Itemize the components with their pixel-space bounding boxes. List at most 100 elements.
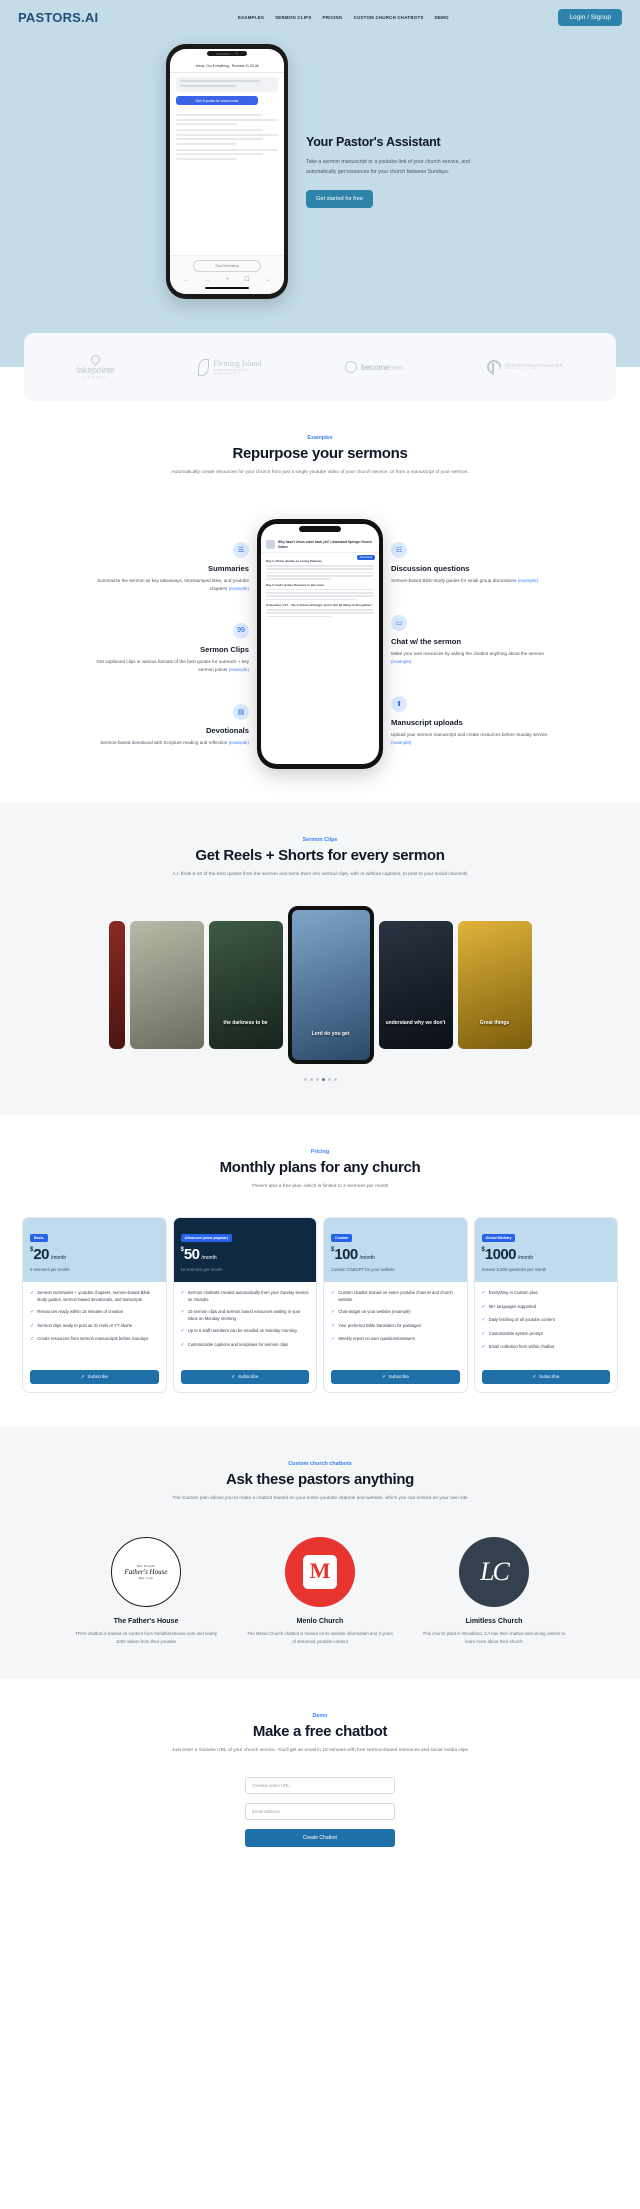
tabs-icon[interactable]: ☐: [244, 277, 249, 283]
get-started-button[interactable]: Get started for free: [306, 189, 373, 208]
plan-basic-subscribe-button[interactable]: ➚ Subscribe: [30, 1369, 159, 1384]
pricing-title: Monthly plans for any church: [219, 1158, 421, 1176]
carousel-dot[interactable]: [309, 1077, 313, 1081]
examples-title: Repurpose your sermons: [232, 445, 408, 462]
hero-section: PASTORS.AI EXAMPLES SERMON CLIPS PRICING…: [0, 0, 640, 333]
pricing-subtitle: There's also a free plan, which is limit…: [251, 1183, 389, 1189]
feature-summaries-example-link[interactable]: (example): [229, 586, 249, 591]
feature-discussion-questions-example-link[interactable]: (example): [518, 578, 538, 583]
plan-basic: Basic $20/month 5 sermons per month ✓ Ser…: [22, 1217, 167, 1393]
feature-devotionals-example-link[interactable]: (example): [229, 740, 249, 745]
feature-sermon-clips-title: Sermon Clips: [200, 644, 249, 654]
feature-manuscript-uploads-example-link[interactable]: (example): [391, 740, 411, 745]
nav-link-examples[interactable]: EXAMPLES: [238, 15, 264, 20]
logo-main-text: Father's House: [124, 1568, 168, 1577]
plan-global-ministry-subscribe-button[interactable]: ➚ Subscribe: [481, 1369, 610, 1384]
price-amount: 1000: [484, 1246, 517, 1264]
carousel-dot[interactable]: [315, 1077, 319, 1081]
phone-suggested-action[interactable]: Give 5 quotes for social media: [176, 96, 258, 106]
phone-notch: [207, 51, 247, 56]
logo-becomenew-light: new: [389, 362, 404, 372]
sermon-clips-section: Sermon Clips Get Reels + Shorts for ever…: [0, 803, 640, 1115]
carousel-dot[interactable]: [333, 1077, 337, 1081]
carousel-dot-active[interactable]: [321, 1077, 325, 1081]
carousel-dot[interactable]: [303, 1077, 307, 1081]
fathers-house-logo: Our People Father's House Our City: [111, 1537, 181, 1608]
feature-chat-with-sermon-example-link[interactable]: (example): [391, 659, 411, 664]
reel-item[interactable]: Great things: [457, 920, 532, 1049]
cart-icon: ➚: [80, 1373, 85, 1379]
phone2-screen: Why hasn't Jesus come back yet? | Abunda…: [261, 524, 379, 765]
feature-devotionals-title: Devotionals: [205, 725, 249, 735]
list-icon: ☷: [391, 542, 407, 559]
phone2-body: Day 1: Divine Justice as Loving Patience…: [261, 553, 379, 622]
plan-global-ministry-features: ✓ Everything in Custom plus: ✓ 95+ languag…: [475, 1282, 618, 1364]
nav-link-pricing[interactable]: PRICING: [323, 15, 343, 20]
hero-phone-mockup: Jesus. Our Everything - Romans 11:33-36 …: [166, 44, 288, 299]
plan-custom-subscribe-button[interactable]: ➚ Subscribe: [331, 1369, 460, 1384]
plan-global-ministry-header: Global Ministry $1000/month Answer 5,000…: [474, 1218, 617, 1283]
church-card-fathers-house[interactable]: Our People Father's House Our City The F…: [71, 1537, 221, 1645]
church-name: Limitless Church: [465, 1618, 523, 1626]
login-signup-button[interactable]: Login / Signup: [558, 9, 622, 26]
plan-feature: ✓ Create resources from sermon manuscript…: [30, 1336, 149, 1343]
logo-christianlifecenter: CHRISTIANLIFECENTER MANKATO, MN: [486, 360, 564, 375]
logo-strip-wrapper: lakepointe CHURCH Fleming Island United …: [0, 333, 640, 401]
plan-custom-features: ✓ Custom chatbot trained on entire youtub…: [324, 1282, 467, 1364]
plan-feature: ✓ Customizable captions and templates for…: [180, 1341, 289, 1348]
plan-feature: ✓ Sermon summaries + youtube chapters, se…: [30, 1290, 150, 1302]
demo-section: Demo Make a free chatbot Just enter a Yo…: [0, 1679, 640, 1880]
flame-cross-icon: [198, 358, 210, 376]
plan-feature: ✓ Up to 5 staff members can be emailed on…: [180, 1328, 297, 1335]
carousel-dot[interactable]: [327, 1077, 331, 1081]
reel-item[interactable]: [108, 920, 125, 1049]
phone-footer: Start Generating ← → + ☐ ↔: [170, 255, 284, 294]
reel-item[interactable]: the darkness to be: [208, 920, 283, 1049]
expand-icon[interactable]: ↔: [264, 277, 270, 283]
church-card-limitless[interactable]: LC Limitless Church This church plant in…: [419, 1537, 569, 1645]
church-card-menlo[interactable]: M Menlo Church The Menlo Church chatbot …: [245, 1537, 395, 1645]
logo-lakepointe-sub: CHURCH: [84, 376, 108, 379]
plan-advanced-header: Advanced (most popular) $50/month 10 ser…: [173, 1218, 316, 1283]
price-amount: 50: [183, 1246, 200, 1264]
reel-item[interactable]: [129, 920, 204, 1049]
email-input[interactable]: [245, 1802, 395, 1820]
logo-fleming-island: Fleming Island United Methodist Church E…: [198, 358, 261, 376]
check-icon: ✓: [180, 1328, 185, 1335]
youtube-url-input[interactable]: [245, 1776, 395, 1794]
feature-manuscript-uploads: ⬆ Manuscript uploads Upload your sermon …: [391, 695, 551, 747]
check-icon: ✓: [481, 1290, 486, 1297]
nav-link-custom-church-chatbots[interactable]: CUSTOM CHURCH CHATBOTS: [354, 15, 424, 20]
feature-sermon-clips-body: Get captioned clips in various formats o…: [96, 658, 249, 672]
plus-icon[interactable]: +: [226, 277, 230, 283]
plan-advanced-subscribe-button[interactable]: ➚ Subscribe: [180, 1369, 309, 1384]
plan-feature: ✓ Resources ready within 15 minutes of cr…: [30, 1309, 124, 1316]
plan-basic-features: ✓ Sermon summaries + youtube chapters, se…: [23, 1282, 166, 1364]
create-chatbot-button[interactable]: Create Chatbot: [245, 1828, 395, 1847]
examples-grid: ☰ Summaries Summarize the sermon w/ key …: [0, 519, 640, 770]
brand-logo[interactable]: PASTORS.AI: [18, 10, 98, 25]
reels-carousel[interactable]: the darkness to be Lord do you get under…: [0, 905, 640, 1064]
back-icon[interactable]: ←: [184, 277, 190, 283]
quote-icon: 99: [233, 622, 249, 639]
feature-sermon-clips-example-link[interactable]: (example): [229, 667, 249, 672]
check-icon: ✓: [30, 1336, 35, 1343]
nav-link-demo[interactable]: DEMO: [435, 15, 449, 20]
carousel-dots[interactable]: [0, 1077, 640, 1081]
forward-icon[interactable]: →: [205, 277, 211, 283]
phone-start-button[interactable]: Start Generating: [192, 260, 262, 272]
plan-custom: Custom $100/month Custom ChatGPT for you…: [323, 1217, 468, 1393]
reel-item[interactable]: understand why we don't: [378, 920, 453, 1049]
nav-link-sermon-clips[interactable]: SERMON CLIPS: [275, 15, 311, 20]
examples-left-column: ☰ Summaries Summarize the sermon w/ key …: [89, 542, 249, 746]
phone2-day3-label: Colossians 1:17 - "He is before all thin…: [266, 603, 373, 608]
phone-paragraph-3: [176, 148, 278, 160]
limitless-church-logo: LC: [459, 1537, 529, 1608]
nav-links: EXAMPLES SERMON CLIPS PRICING CUSTOM CHU…: [208, 15, 449, 20]
phone2-notch: [299, 526, 341, 533]
plan-feature: ✓ Weekly report on user questions/answers: [331, 1336, 415, 1343]
reel-item-active[interactable]: Lord do you get: [287, 905, 374, 1064]
becomenew-circle-icon: [344, 361, 357, 373]
examples-section: Examples Repurpose your sermons Automati…: [0, 401, 640, 803]
price-period: /month: [201, 1255, 217, 1262]
